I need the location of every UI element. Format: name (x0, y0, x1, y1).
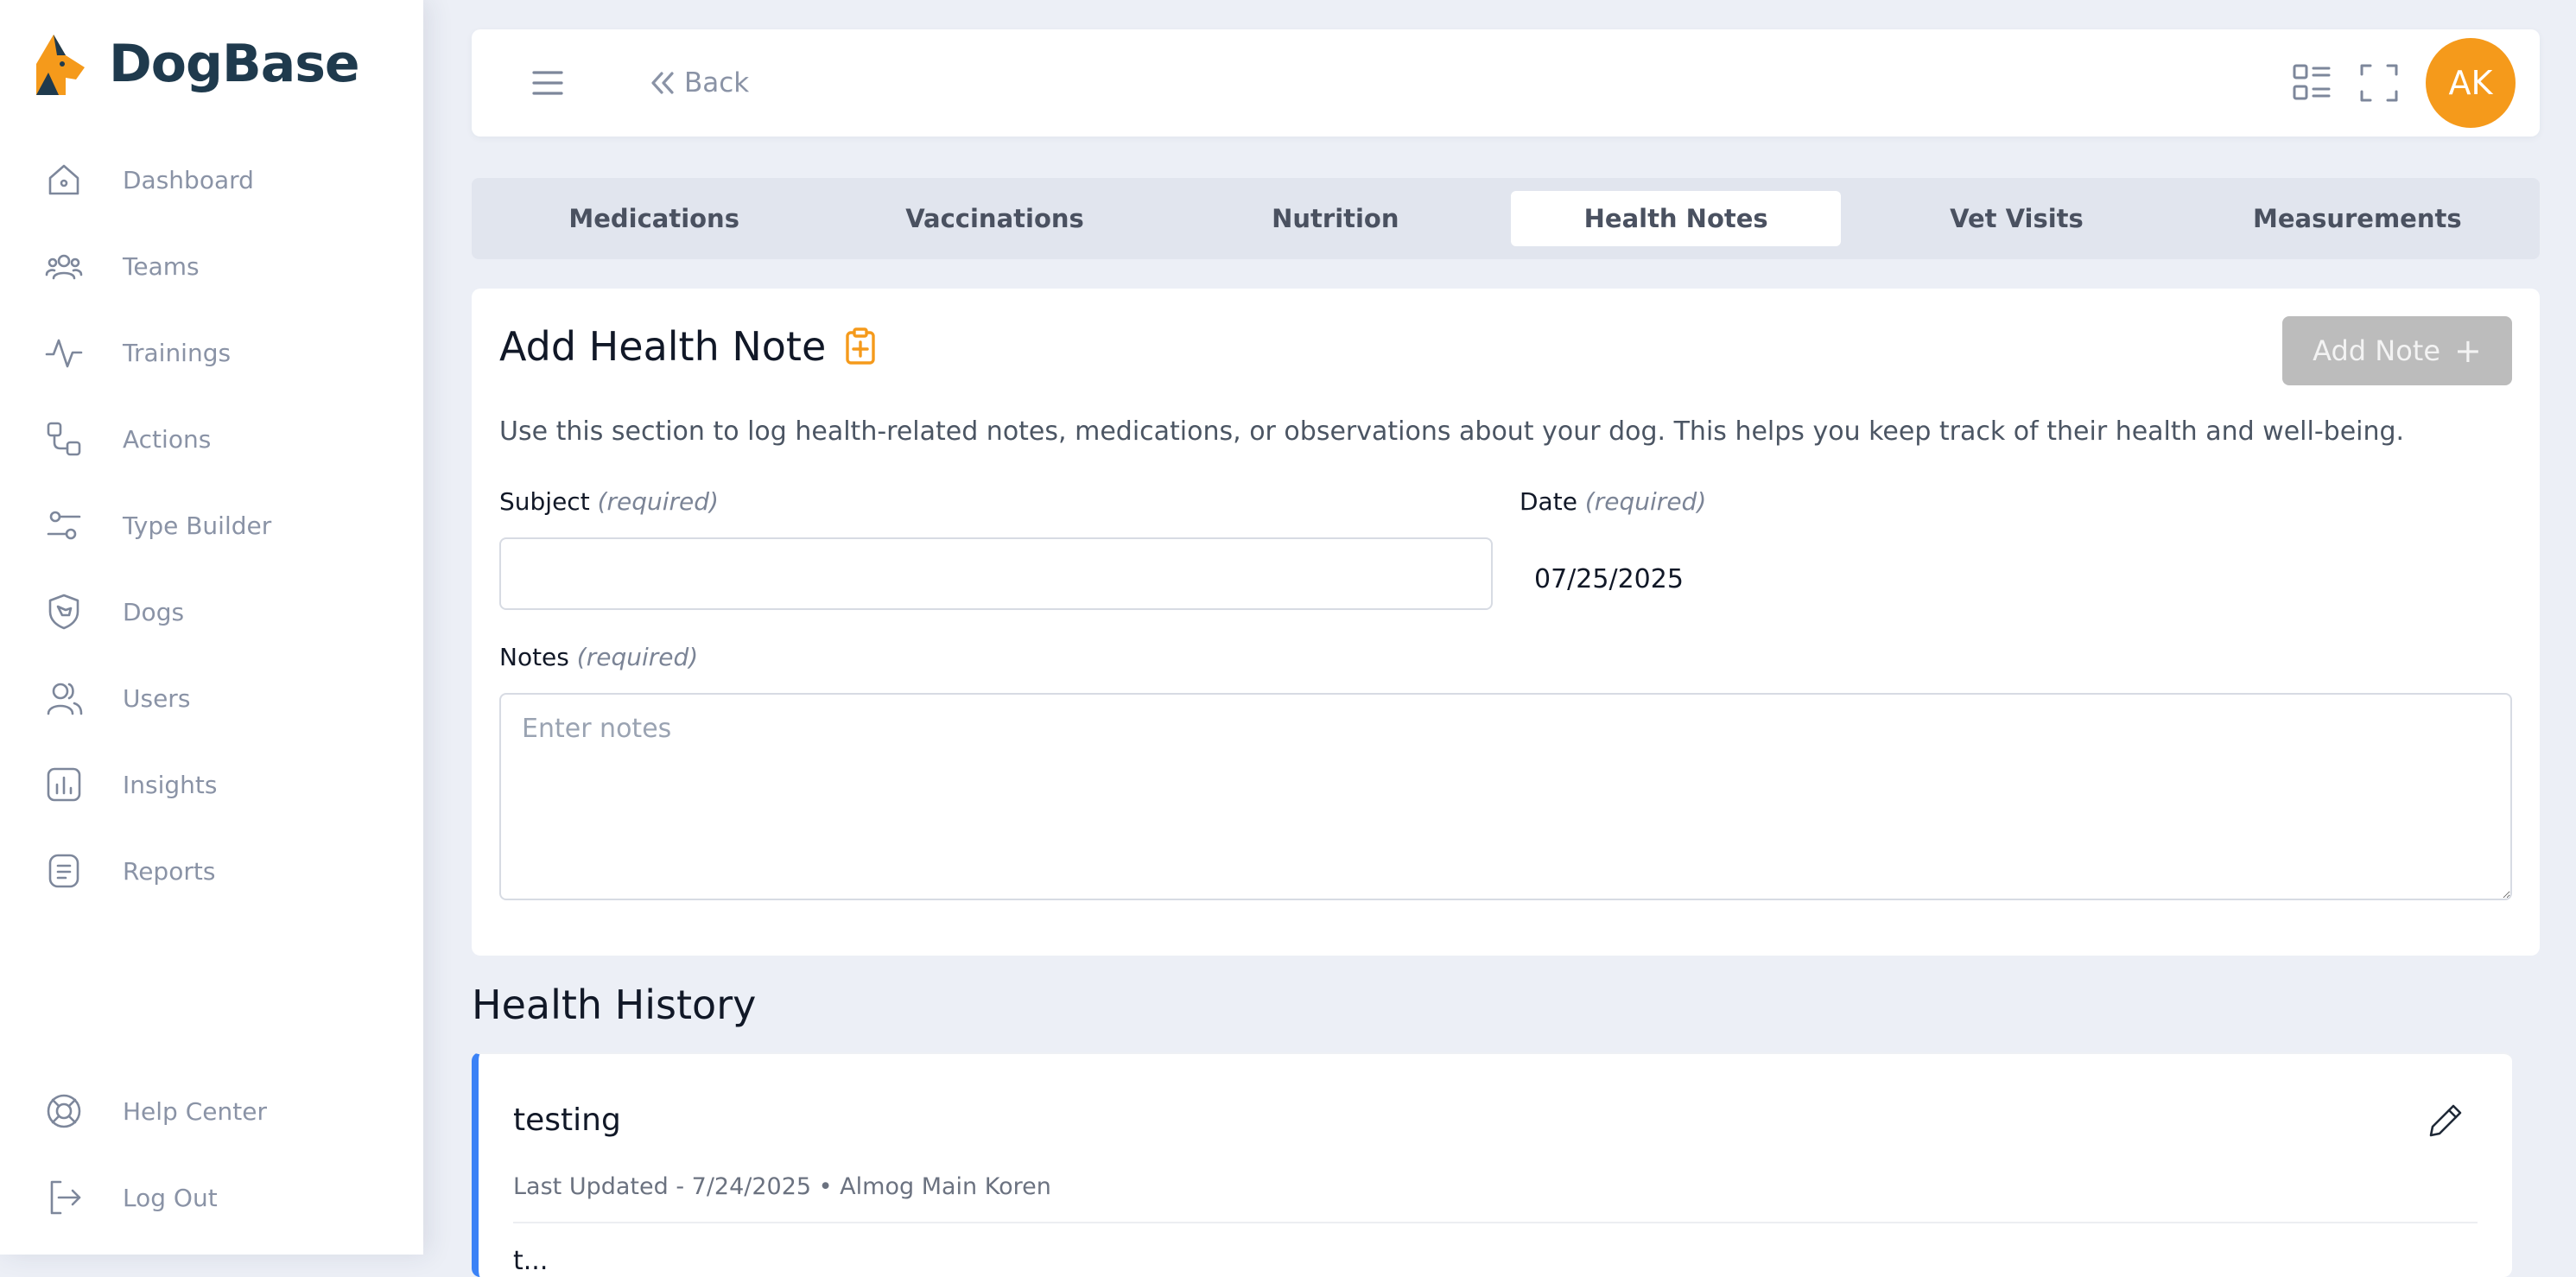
add-note-label: Add Note (2313, 334, 2441, 367)
sidebar-item-label: Type Builder (123, 511, 272, 540)
app-name: DogBase (109, 34, 360, 94)
teams-icon (43, 245, 85, 287)
back-button[interactable]: Back (646, 62, 749, 104)
lifebuoy-icon (43, 1090, 85, 1132)
actions-icon (43, 418, 85, 460)
user-avatar[interactable]: AK (2426, 38, 2516, 128)
tab-health-notes[interactable]: Health Notes (1510, 191, 1842, 246)
tab-vaccinations[interactable]: Vaccinations (829, 191, 1159, 246)
health-history-title: Health History (472, 982, 757, 1028)
note-meta: Last Updated - 7/24/2025 • Almog Main Ko… (513, 1173, 1051, 1200)
sidebar-item-reports[interactable]: Reports (43, 845, 215, 897)
sidebar-item-label: Insights (123, 770, 218, 799)
tab-measurements[interactable]: Measurements (2192, 191, 2522, 246)
notes-textarea[interactable] (499, 693, 2512, 900)
date-label-text: Date (1520, 487, 1577, 516)
activity-icon (43, 332, 85, 373)
fullscreen-icon[interactable] (2357, 60, 2402, 105)
add-health-note-card: Add Health Note Add Note + Use this sect… (472, 289, 2540, 956)
clipboard-plus-icon (846, 327, 875, 365)
sidebar-item-trainings[interactable]: Trainings (43, 327, 231, 378)
sidebar-item-label: Dashboard (123, 165, 254, 194)
hamburger-menu-icon[interactable] (527, 62, 568, 104)
users-icon (43, 677, 85, 719)
notes-required-hint: (required) (576, 643, 699, 671)
form-title-text: Add Health Note (499, 323, 827, 370)
top-bar: Back AK (472, 29, 2540, 137)
sidebar-item-dogs[interactable]: Dogs (43, 586, 184, 638)
sidebar-item-label: Dogs (123, 597, 185, 626)
sidebar-item-help-center[interactable]: Help Center (43, 1085, 267, 1137)
sidebar-item-type-builder[interactable]: Type Builder (43, 499, 271, 551)
sidebar-item-label: Teams (123, 251, 200, 281)
sidebar-item-label: Help Center (123, 1096, 267, 1126)
app-logo[interactable]: DogBase (31, 29, 360, 98)
back-label: Back (684, 67, 750, 98)
sidebar-item-insights[interactable]: Insights (43, 759, 217, 810)
note-divider (513, 1222, 2478, 1223)
notes-label-text: Notes (499, 643, 569, 671)
tab-nutrition[interactable]: Nutrition (1171, 191, 1501, 246)
sidebar-item-label: Actions (123, 424, 212, 454)
date-input[interactable]: 07/25/2025 (1534, 558, 1684, 600)
notes-label: Notes (required) (499, 643, 698, 671)
health-history-entry: testing Last Updated - 7/24/2025 • Almog… (472, 1052, 2512, 1277)
plus-icon: + (2454, 332, 2482, 370)
dog-shield-icon (43, 591, 85, 632)
dog-logo-icon (36, 35, 85, 95)
home-icon (43, 159, 85, 200)
layout-list-icon[interactable] (2289, 60, 2334, 105)
sidebar-item-label: Trainings (123, 338, 232, 367)
add-note-button[interactable]: Add Note + (2282, 316, 2512, 385)
form-description: Use this section to log health-related n… (499, 416, 2405, 447)
sidebar-item-teams[interactable]: Teams (43, 240, 200, 292)
double-chevron-left-icon (651, 72, 674, 94)
sidebar-item-dashboard[interactable]: Dashboard (43, 154, 254, 206)
sidebar-item-label: Reports (123, 856, 216, 886)
sidebar: DogBase Dashboard Teams Trainings Action… (0, 0, 423, 1255)
logout-icon (43, 1177, 85, 1218)
tab-medications[interactable]: Medications (489, 191, 819, 246)
date-label: Date (required) (1520, 487, 1706, 516)
sidebar-item-users[interactable]: Users (43, 672, 190, 724)
sliders-icon (43, 505, 85, 546)
note-title: testing (513, 1102, 621, 1138)
sidebar-item-log-out[interactable]: Log Out (43, 1172, 218, 1223)
subject-input[interactable] (499, 537, 1493, 610)
sidebar-item-label: Log Out (123, 1183, 218, 1212)
tab-vet-visits[interactable]: Vet Visits (1851, 191, 2181, 246)
subject-required-hint: (required) (597, 487, 719, 516)
sidebar-item-label: Users (123, 683, 191, 713)
form-title: Add Health Note (499, 323, 879, 370)
note-body: t... (513, 1246, 549, 1276)
chart-icon (43, 764, 85, 805)
subject-label-text: Subject (499, 487, 590, 516)
document-icon (43, 850, 85, 892)
edit-pencil-icon[interactable] (2424, 1099, 2467, 1142)
date-required-hint: (required) (1584, 487, 1707, 516)
section-tabs: Medications Vaccinations Nutrition Healt… (472, 178, 2540, 259)
subject-label: Subject (required) (499, 487, 719, 516)
sidebar-item-actions[interactable]: Actions (43, 413, 211, 465)
